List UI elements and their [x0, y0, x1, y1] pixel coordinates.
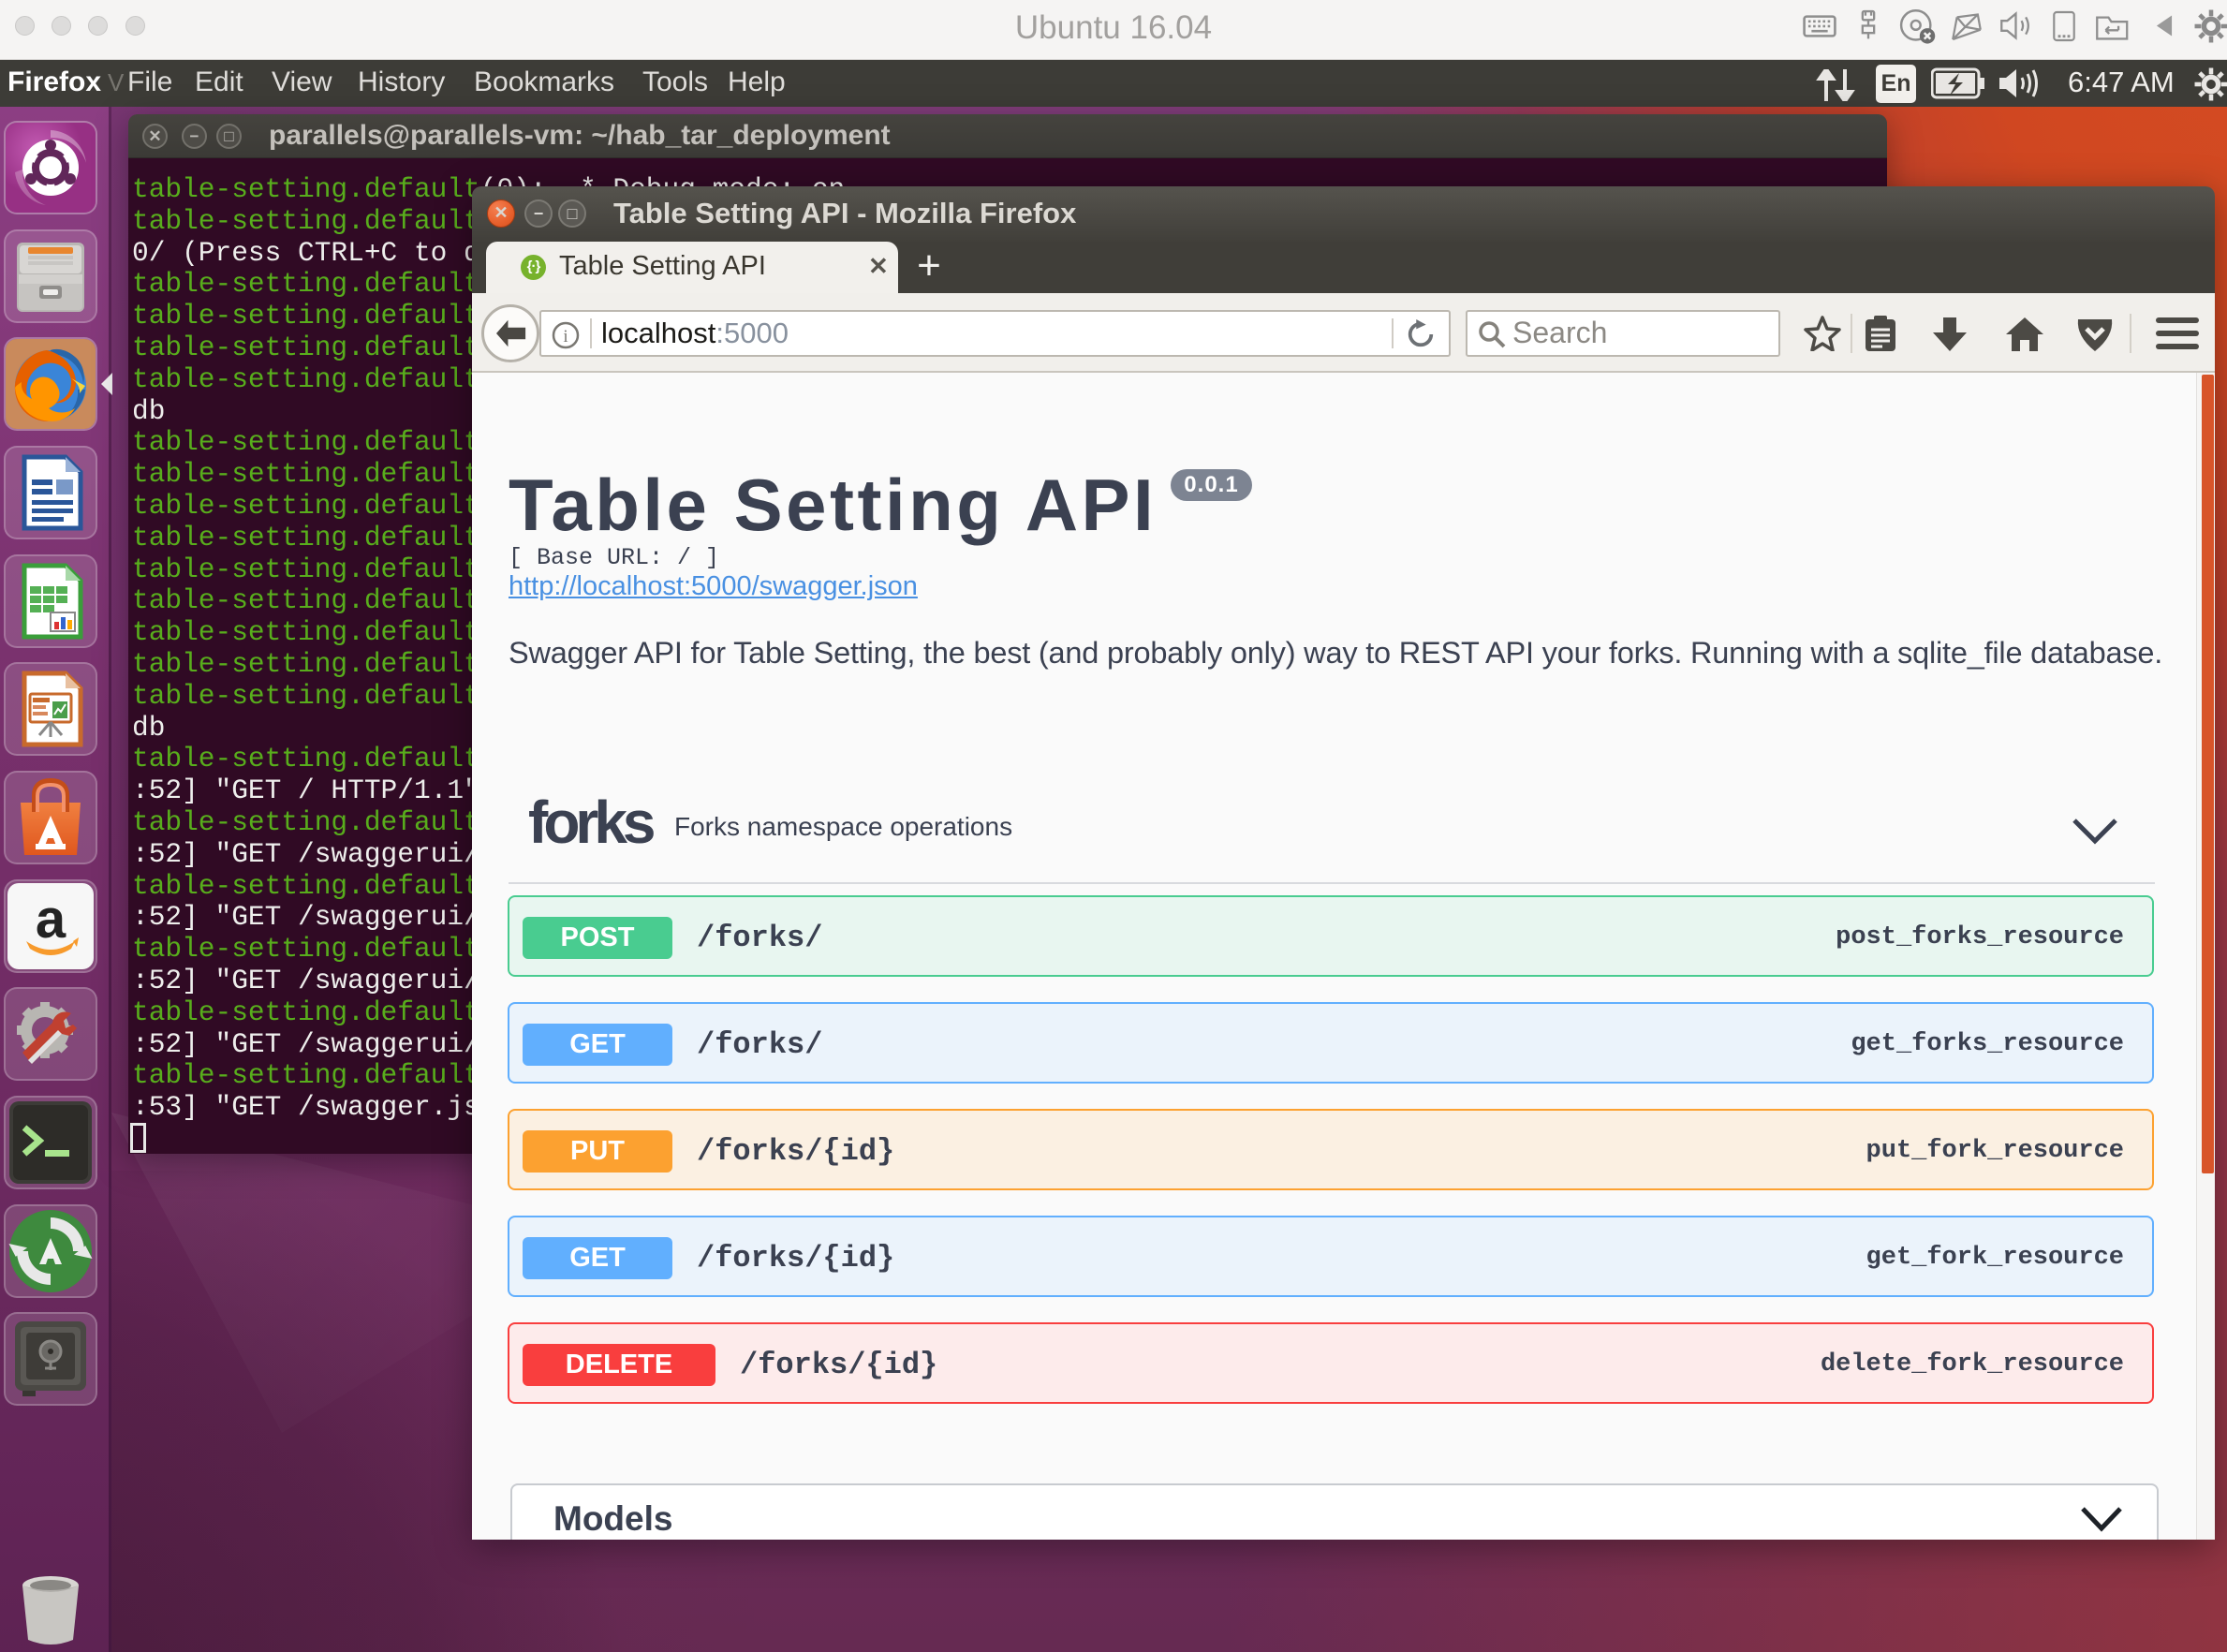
svg-text:i: i	[563, 327, 568, 347]
svg-text:a: a	[36, 889, 66, 950]
